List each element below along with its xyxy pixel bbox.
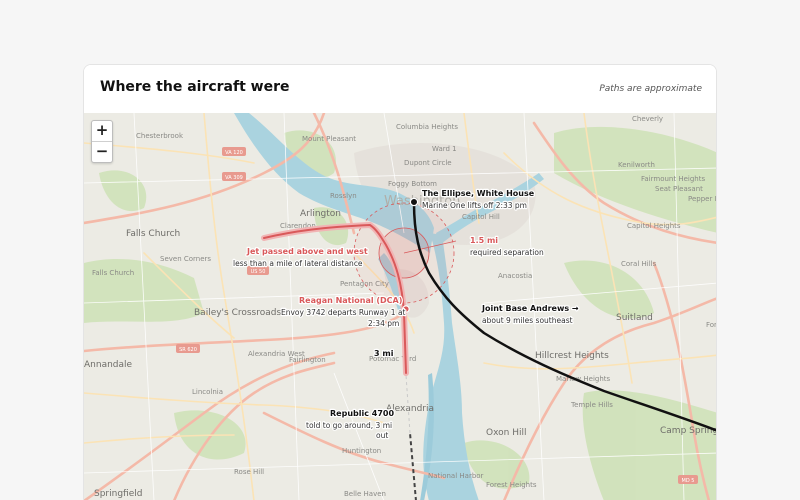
republic-sub-1: told to go around, 3 mi (306, 421, 392, 430)
place-rose-hill: Rose Hill (234, 468, 264, 476)
place-chesterbrook: Chesterbrook (136, 132, 184, 140)
place-lincolnia: Lincolnia (192, 388, 223, 396)
zoom-out-button[interactable]: − (92, 141, 112, 162)
place-huntington: Huntington (342, 447, 381, 455)
card-header: Where the aircraft were Paths are approx… (84, 65, 716, 113)
distance-label: 3 mi (374, 349, 394, 358)
place-suitland: Suitland (616, 313, 653, 323)
place-fairlington: Fairlington (289, 356, 326, 364)
dca-title: Reagan National (DCA) (299, 296, 402, 305)
place-seven-corners: Seven Corners (160, 255, 211, 263)
shield-label: VA 309 (225, 175, 243, 181)
place-mount-pleasant: Mount Pleasant (302, 135, 356, 143)
place-ward-1: Ward 1 (432, 145, 457, 153)
andrews-title: Joint Base Andrews → (481, 304, 579, 313)
place-foggy-bottom: Foggy Bottom (388, 180, 437, 188)
place-baileys-crossroads: Bailey's Crossroads (194, 308, 281, 318)
place-kenilworth: Kenilworth (618, 161, 655, 169)
dca-sub-1: Envoy 3742 departs Runway 1 at (281, 308, 406, 317)
place-hillcrest-heights: Hillcrest Heights (535, 351, 609, 361)
separation-sub: required separation (470, 248, 544, 257)
place-seat-pleasant: Seat Pleasant (655, 185, 703, 193)
place-temple-hills: Temple Hills (570, 401, 613, 409)
place-fairmount-heights: Fairmount Heights (641, 175, 705, 183)
dca-sub-2: 2:34 pm (368, 319, 399, 328)
andrews-sub: about 9 miles southeast (482, 316, 573, 325)
place-pepper-mill-village: Pepper Mill Village (688, 195, 717, 203)
place-annandale: Annandale (84, 360, 133, 370)
place-columbia-heights: Columbia Heights (396, 123, 458, 131)
approximate-paths-note: Paths are approximate (599, 84, 702, 94)
ellipse-marker[interactable] (409, 197, 419, 207)
map-card: Where the aircraft were Paths are approx… (83, 64, 717, 500)
map-canvas[interactable]: VA 120 VA 309 US 50 SR 620 MD 5 Cheverly… (84, 113, 717, 500)
place-cheverly: Cheverly (632, 115, 663, 123)
place-rosslyn: Rosslyn (330, 192, 357, 200)
ellipse-title: The Ellipse, White House (422, 189, 535, 198)
place-arlington: Arlington (300, 209, 341, 219)
ellipse-sub: Marine One lifts off 2:33 pm (422, 201, 527, 210)
jet-title: Jet passed above and west (246, 247, 368, 256)
place-coral-hills: Coral Hills (621, 260, 657, 268)
shield-label: VA 120 (225, 150, 243, 156)
place-falls-church-1: Falls Church (126, 229, 180, 239)
place-forest-heights: Forest Heights (486, 481, 537, 489)
place-anacostia: Anacostia (498, 272, 532, 280)
place-capitol-heights: Capitol Heights (627, 222, 681, 230)
shield-label: MD 5 (682, 478, 695, 484)
place-national-harbor: National Harbor (428, 472, 484, 480)
jet-sub: less than a mile of lateral distance (233, 259, 363, 268)
zoom-in-button[interactable]: + (92, 121, 112, 141)
place-oxon-hill: Oxon Hill (486, 428, 526, 438)
card-title: Where the aircraft were (100, 79, 290, 95)
zoom-control: + − (91, 120, 113, 163)
republic-sub-2: out (376, 431, 388, 440)
place-dupont-circle: Dupont Circle (404, 159, 452, 167)
shield-label: US 50 (251, 269, 266, 275)
place-springfield: Springfield (94, 489, 142, 499)
map-viewport[interactable]: VA 120 VA 309 US 50 SR 620 MD 5 Cheverly… (84, 113, 717, 500)
place-falls-church-2: Falls Church (92, 269, 134, 277)
shield-label: SR 620 (179, 347, 197, 353)
separation-title: 1.5 mi (470, 236, 498, 245)
republic-title: Republic 4700 (330, 409, 394, 418)
place-capitol-hill: Capitol Hill (462, 213, 500, 221)
place-forestville: Forestville (706, 321, 717, 329)
place-belle-haven: Belle Haven (344, 490, 386, 498)
